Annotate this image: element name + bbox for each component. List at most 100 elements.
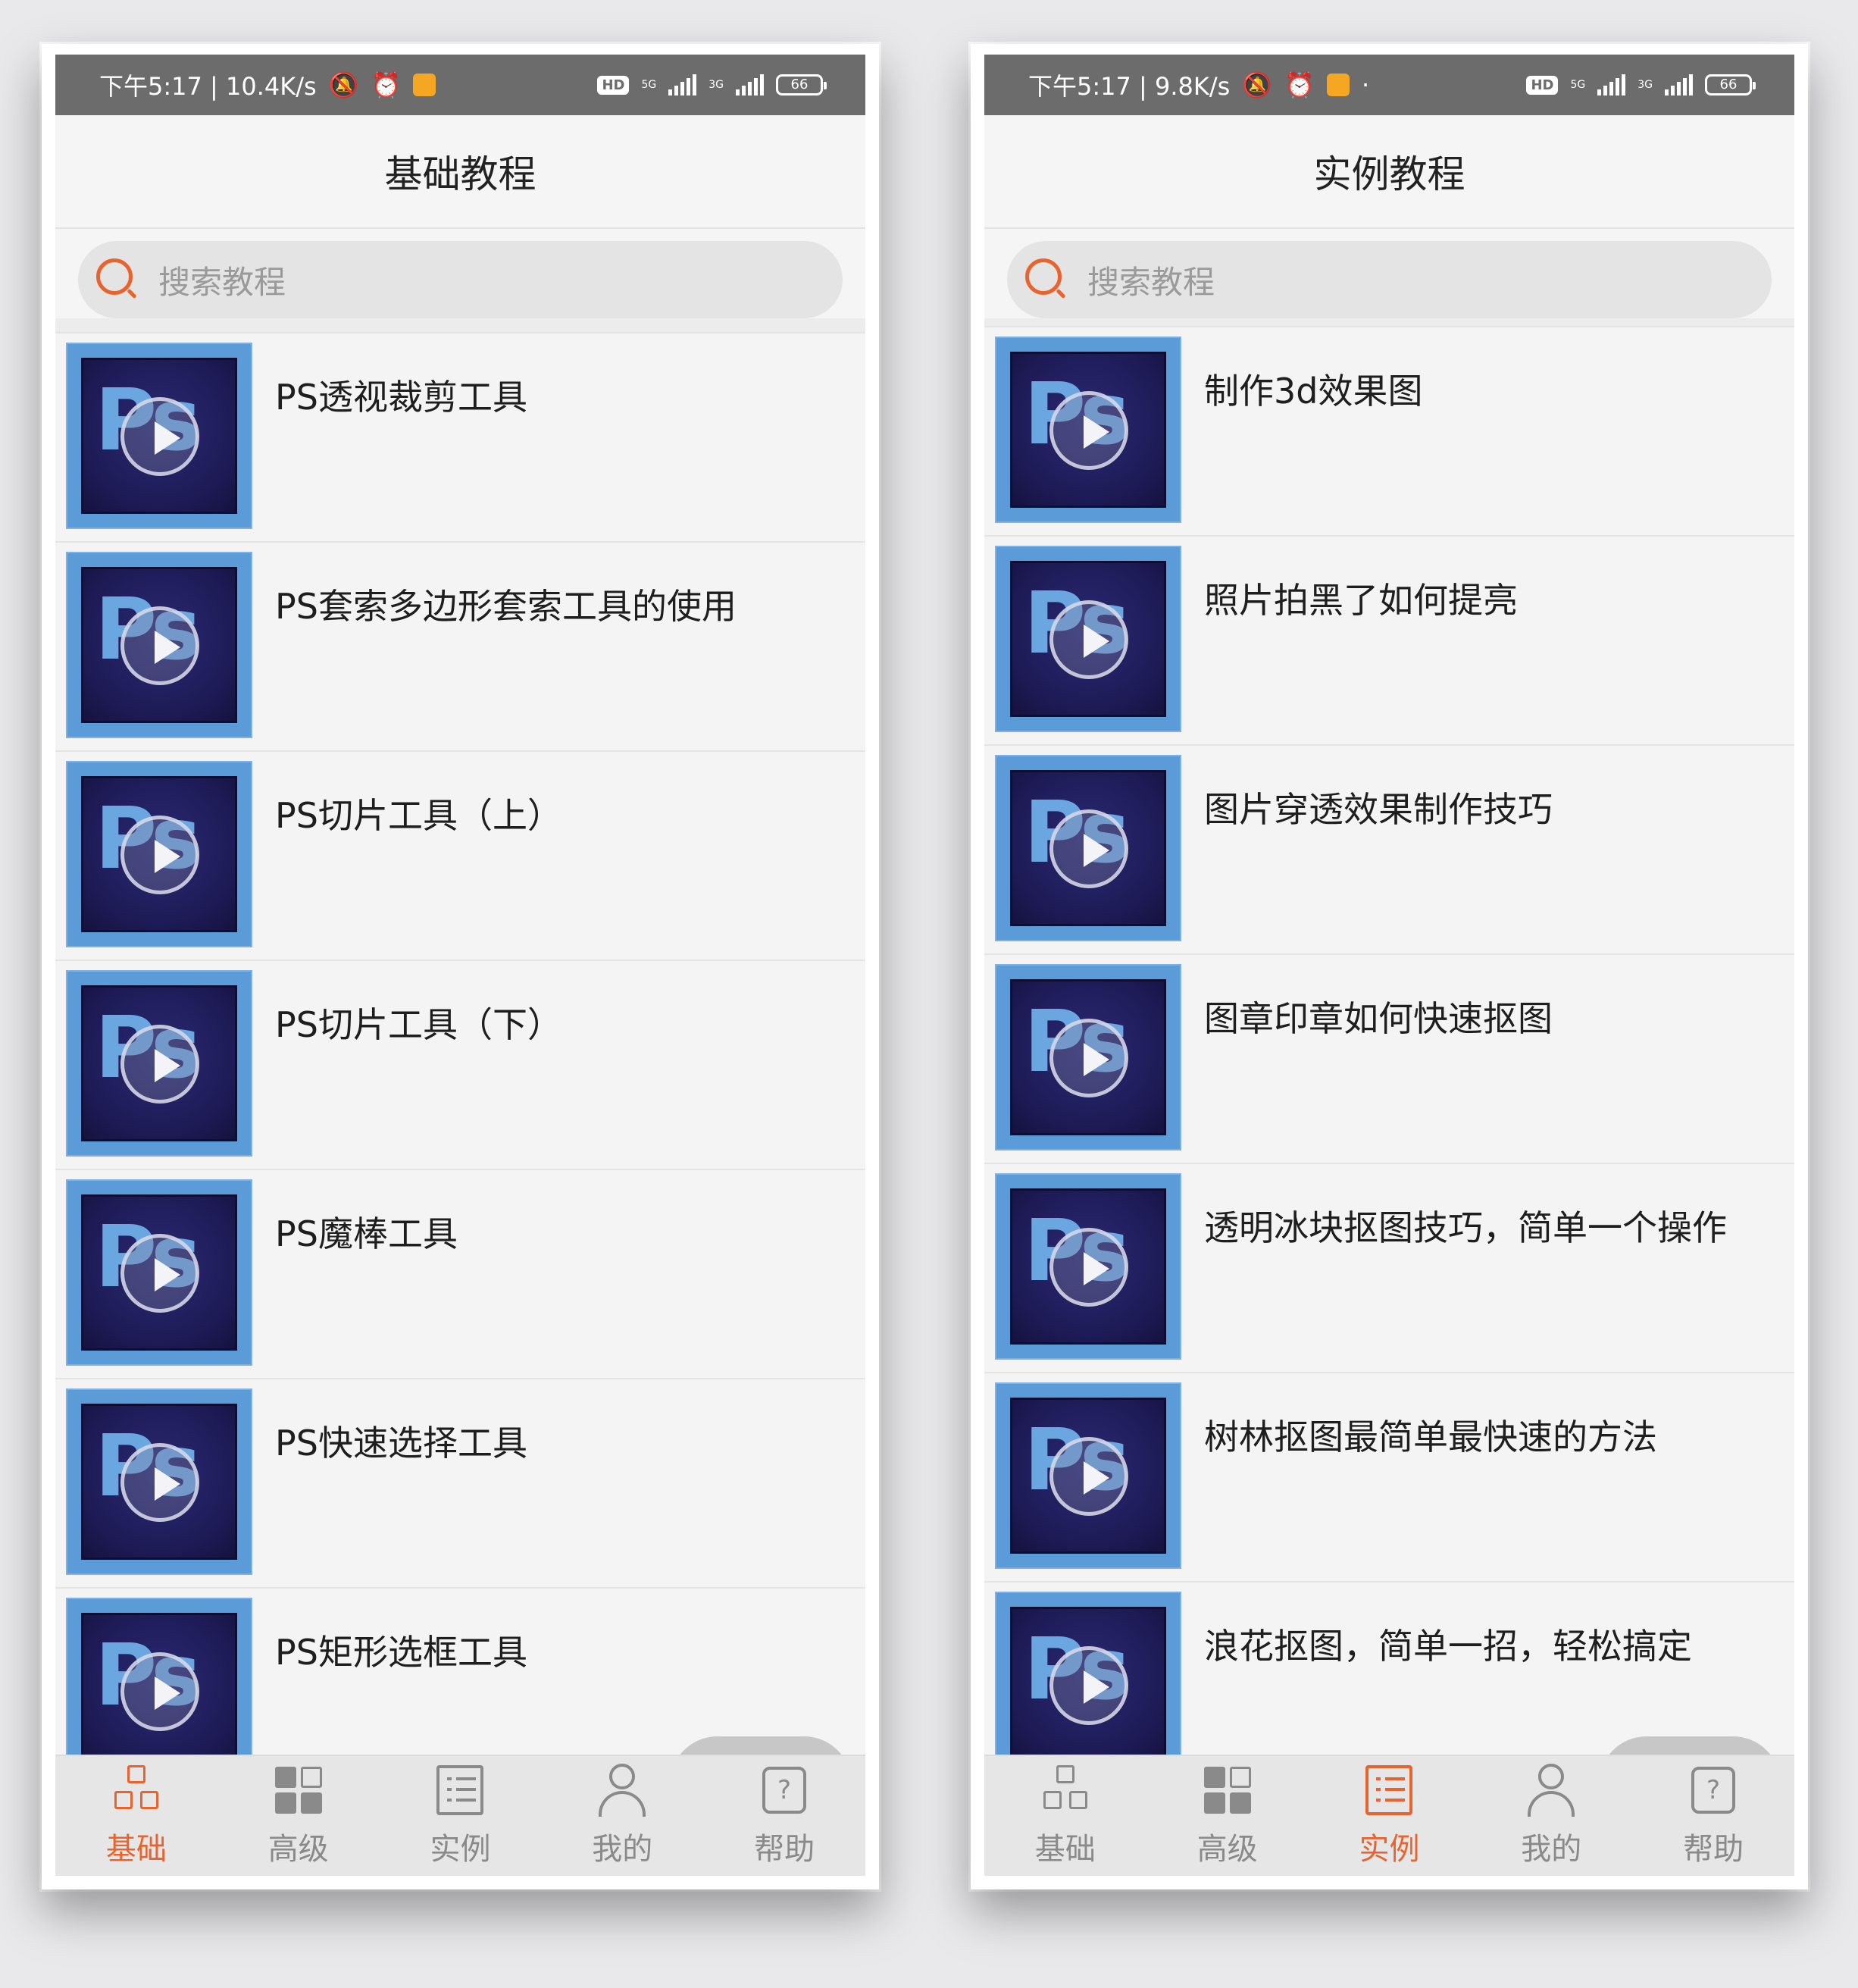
video-thumbnail: Ps	[995, 755, 1181, 941]
item-title: 透明冰块抠图技巧，简单一个操作	[1204, 1207, 1727, 1248]
help-icon: ?	[1691, 1767, 1736, 1814]
tab-advanced[interactable]: 高级	[1152, 1764, 1303, 1868]
tab-label: 实例	[430, 1832, 491, 1867]
search-placeholder: 搜索教程	[1087, 263, 1215, 301]
tab-label: 基础	[1034, 1832, 1096, 1867]
examples-list-icon	[1365, 1765, 1413, 1815]
play-icon	[120, 606, 199, 685]
item-title: PS套索多边形套索工具的使用	[275, 586, 737, 627]
network-3g-label: 3G	[708, 79, 724, 91]
video-thumbnail: Ps	[66, 761, 252, 947]
bottom-tab-bar: 基础 高级 实例 我的 ? 帮助	[55, 1755, 865, 1876]
video-thumbnail: Ps	[995, 337, 1181, 523]
play-icon	[120, 1652, 199, 1731]
tab-examples[interactable]: 实例	[384, 1764, 536, 1868]
list-item[interactable]: Ps 照片拍黑了如何提亮	[984, 535, 1794, 744]
battery-icon: 66	[1705, 74, 1756, 95]
play-icon	[1049, 391, 1128, 470]
play-icon	[1049, 1646, 1128, 1725]
item-title: 照片拍黑了如何提亮	[1204, 580, 1518, 621]
app-screen: 下午5:17 | 10.4K/s 🔕 ⏰ HD 5G 3G 66 基础教程 搜索…	[55, 55, 865, 1876]
signal-icon	[1665, 74, 1693, 95]
list-item[interactable]: Ps PS切片工具（下）	[55, 960, 865, 1169]
hd-icon: HD	[1526, 75, 1559, 95]
status-time: 下午5:17 | 9.8K/s	[1028, 72, 1231, 101]
play-icon	[120, 816, 199, 894]
tab-label: 高级	[267, 1832, 329, 1867]
mute-icon: 🔕	[1242, 70, 1273, 99]
list-item[interactable]: Ps PS魔棒工具	[55, 1169, 865, 1378]
video-thumbnail: Ps	[995, 546, 1181, 732]
search-area: 搜索教程	[55, 229, 865, 332]
status-bar: 下午5:17 | 9.8K/s 🔕 ⏰ · HD 5G 3G 66	[984, 55, 1794, 115]
network-3g-label: 3G	[1637, 79, 1653, 91]
basic-icon	[1039, 1764, 1092, 1817]
user-icon	[1525, 1764, 1578, 1817]
play-icon	[120, 1234, 199, 1313]
tab-label: 我的	[592, 1832, 653, 1867]
search-input[interactable]: 搜索教程	[1007, 241, 1772, 318]
user-icon	[596, 1764, 649, 1817]
signal-icon	[1597, 74, 1626, 95]
alarm-icon: ⏰	[1284, 70, 1315, 99]
app-notification-icon	[1327, 74, 1350, 96]
video-thumbnail: Ps	[995, 1592, 1181, 1755]
help-icon: ?	[762, 1767, 807, 1814]
tab-label: 帮助	[754, 1832, 815, 1867]
search-input[interactable]: 搜索教程	[78, 241, 843, 318]
play-icon	[120, 1443, 199, 1522]
tab-mine[interactable]: 我的	[1475, 1764, 1627, 1868]
tutorial-list: Ps PS透视裁剪工具 Ps PS套索多边形套索工具的使用 Ps PS切片工具（上） …	[55, 332, 865, 1755]
tab-basic[interactable]: 基础	[990, 1764, 1141, 1868]
app-notification-icon	[413, 74, 436, 96]
video-thumbnail: Ps	[66, 1179, 252, 1366]
network-5g-label: 5G	[641, 79, 657, 91]
video-thumbnail: Ps	[995, 1382, 1181, 1569]
app-screen: 下午5:17 | 9.8K/s 🔕 ⏰ · HD 5G 3G 66 实例教程 搜…	[984, 55, 1794, 1876]
video-thumbnail: Ps	[66, 1598, 252, 1755]
item-title: 制作3d效果图	[1204, 371, 1423, 412]
tab-label: 帮助	[1683, 1832, 1744, 1867]
signal-icon	[668, 74, 697, 95]
item-title: PS魔棒工具	[275, 1213, 458, 1254]
bottom-tab-bar: 基础 高级 实例 我的 ? 帮助	[984, 1755, 1794, 1876]
list-item[interactable]: Ps 透明冰块抠图技巧，简单一个操作	[984, 1163, 1794, 1372]
play-icon	[120, 1025, 199, 1104]
tab-label: 高级	[1196, 1832, 1258, 1867]
list-item[interactable]: Ps PS透视裁剪工具	[55, 332, 865, 541]
mute-icon: 🔕	[328, 70, 359, 99]
item-title: PS切片工具（上）	[275, 795, 562, 836]
video-thumbnail: Ps	[995, 1173, 1181, 1360]
list-item[interactable]: Ps 树林抠图最简单最快速的方法	[984, 1372, 1794, 1581]
item-title: 树林抠图最简单最快速的方法	[1204, 1417, 1657, 1457]
search-icon	[93, 255, 142, 304]
play-icon	[1049, 1437, 1128, 1516]
list-item[interactable]: Ps PS套索多边形套索工具的使用	[55, 541, 865, 750]
play-icon	[1049, 1019, 1128, 1097]
play-icon	[1049, 600, 1128, 679]
list-item[interactable]: Ps 制作3d效果图	[984, 326, 1794, 535]
list-item[interactable]: Ps PS矩形选框工具	[55, 1587, 865, 1755]
status-dot: ·	[1362, 70, 1370, 99]
network-5g-label: 5G	[1570, 79, 1586, 91]
item-title: PS快速选择工具	[275, 1423, 527, 1464]
list-item[interactable]: Ps PS切片工具（上）	[55, 750, 865, 960]
item-title: 浪花抠图，简单一招，轻松搞定	[1204, 1626, 1692, 1667]
tab-advanced[interactable]: 高级	[223, 1764, 374, 1868]
list-item[interactable]: Ps 图片穿透效果制作技巧	[984, 744, 1794, 953]
item-title: PS透视裁剪工具	[275, 377, 527, 418]
play-icon	[120, 397, 199, 476]
tab-help[interactable]: ? 帮助	[708, 1764, 860, 1868]
advanced-grid-icon	[272, 1764, 325, 1817]
list-item[interactable]: Ps 浪花抠图，简单一招，轻松搞定	[984, 1581, 1794, 1755]
search-icon	[1022, 255, 1071, 304]
tab-label: 基础	[105, 1832, 167, 1867]
tab-mine[interactable]: 我的	[546, 1764, 698, 1868]
tab-basic[interactable]: 基础	[61, 1764, 212, 1868]
list-item[interactable]: Ps PS快速选择工具	[55, 1378, 865, 1587]
tab-label: 实例	[1359, 1832, 1420, 1867]
tab-examples[interactable]: 实例	[1313, 1764, 1465, 1868]
item-title: PS切片工具（下）	[275, 1004, 562, 1045]
tab-help[interactable]: ? 帮助	[1637, 1764, 1789, 1868]
list-item[interactable]: Ps 图章印章如何快速抠图	[984, 953, 1794, 1163]
